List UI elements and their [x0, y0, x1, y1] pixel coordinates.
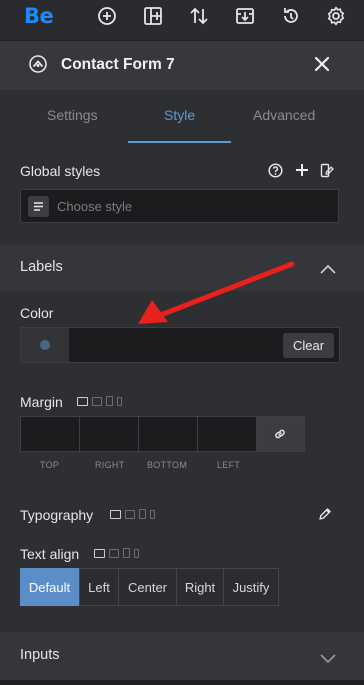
margin-left-input[interactable]: [198, 417, 257, 451]
help-icon[interactable]: [268, 163, 283, 178]
tablet-icon[interactable]: [106, 396, 113, 406]
close-icon[interactable]: [313, 55, 331, 73]
align-justify-button[interactable]: Justify: [223, 568, 279, 606]
color-field[interactable]: Clear: [20, 327, 340, 363]
tab-style[interactable]: Style: [164, 107, 195, 123]
margin-bottom-input[interactable]: [139, 417, 198, 451]
desktop-icon[interactable]: [94, 548, 105, 558]
red-arrow-icon: [138, 261, 295, 324]
tab-bar: Settings Style Advanced: [0, 90, 364, 143]
text-align-label: Text align: [20, 546, 80, 562]
clear-color-button[interactable]: Clear: [283, 333, 334, 358]
laptop-icon[interactable]: [125, 509, 135, 519]
app-logo[interactable]: Be: [24, 4, 54, 28]
desktop-icon[interactable]: [110, 509, 121, 519]
mobile-icon[interactable]: [150, 509, 155, 519]
active-tab-indicator: [128, 141, 231, 143]
settings-icon[interactable]: [325, 5, 347, 27]
typography-responsive-icons: [110, 509, 155, 519]
chevron-down-icon[interactable]: [320, 651, 336, 664]
inputs-section-header[interactable]: Inputs: [0, 632, 364, 680]
laptop-icon[interactable]: [92, 396, 102, 406]
inputs-section-title: Inputs: [20, 647, 60, 663]
style-select-placeholder: Choose style: [57, 199, 133, 214]
history-icon[interactable]: [280, 5, 302, 27]
color-swatch[interactable]: [21, 328, 69, 362]
margin-right-caption: RIGHT: [95, 460, 125, 470]
edit-styles-icon[interactable]: [320, 163, 335, 178]
link-icon: [275, 429, 285, 439]
style-select[interactable]: Choose style: [20, 189, 339, 223]
global-styles-label: Global styles: [20, 163, 101, 179]
mobile-icon[interactable]: [134, 548, 139, 558]
desktop-icon[interactable]: [77, 396, 88, 406]
text-align-responsive-icons: [94, 548, 139, 558]
tablet-icon[interactable]: [139, 509, 146, 519]
edit-typography-icon[interactable]: [318, 507, 332, 521]
typography-label: Typography: [20, 507, 94, 523]
margin-left-caption: LEFT: [217, 460, 241, 470]
color-label: Color: [20, 305, 54, 321]
list-icon: [28, 196, 49, 217]
align-right-button[interactable]: Right: [176, 568, 224, 606]
add-style-icon[interactable]: [295, 163, 309, 177]
color-dot-icon: [40, 340, 50, 350]
margin-bottom-caption: BOTTOM: [147, 460, 188, 470]
chevron-up-icon[interactable]: [320, 261, 336, 274]
top-toolbar: Be: [0, 0, 364, 40]
sort-icon[interactable]: [188, 5, 210, 27]
margin-inputs: [20, 416, 305, 452]
link-values-button[interactable]: [257, 417, 304, 451]
labels-section-title: Labels: [20, 259, 63, 275]
margin-right-input[interactable]: [80, 417, 139, 451]
align-left-button[interactable]: Left: [79, 568, 119, 606]
mobile-icon[interactable]: [117, 396, 122, 406]
import-icon[interactable]: [234, 5, 256, 27]
panel-title: Contact Form 7: [61, 56, 175, 73]
align-center-button[interactable]: Center: [118, 568, 177, 606]
contact-form-icon: [29, 55, 47, 73]
laptop-icon[interactable]: [109, 548, 119, 558]
tablet-icon[interactable]: [123, 548, 130, 558]
bottom-edge: [0, 680, 364, 685]
tab-settings[interactable]: Settings: [47, 107, 98, 123]
panel-header: Contact Form 7: [0, 40, 364, 90]
margin-label: Margin: [20, 394, 63, 410]
add-section-icon[interactable]: [142, 5, 164, 27]
responsive-icons: [77, 396, 122, 406]
tab-advanced[interactable]: Advanced: [253, 107, 315, 123]
add-circle-icon[interactable]: [96, 5, 118, 27]
align-default-button[interactable]: Default: [20, 568, 79, 606]
margin-top-input[interactable]: [21, 417, 80, 451]
margin-top-caption: TOP: [40, 460, 60, 470]
